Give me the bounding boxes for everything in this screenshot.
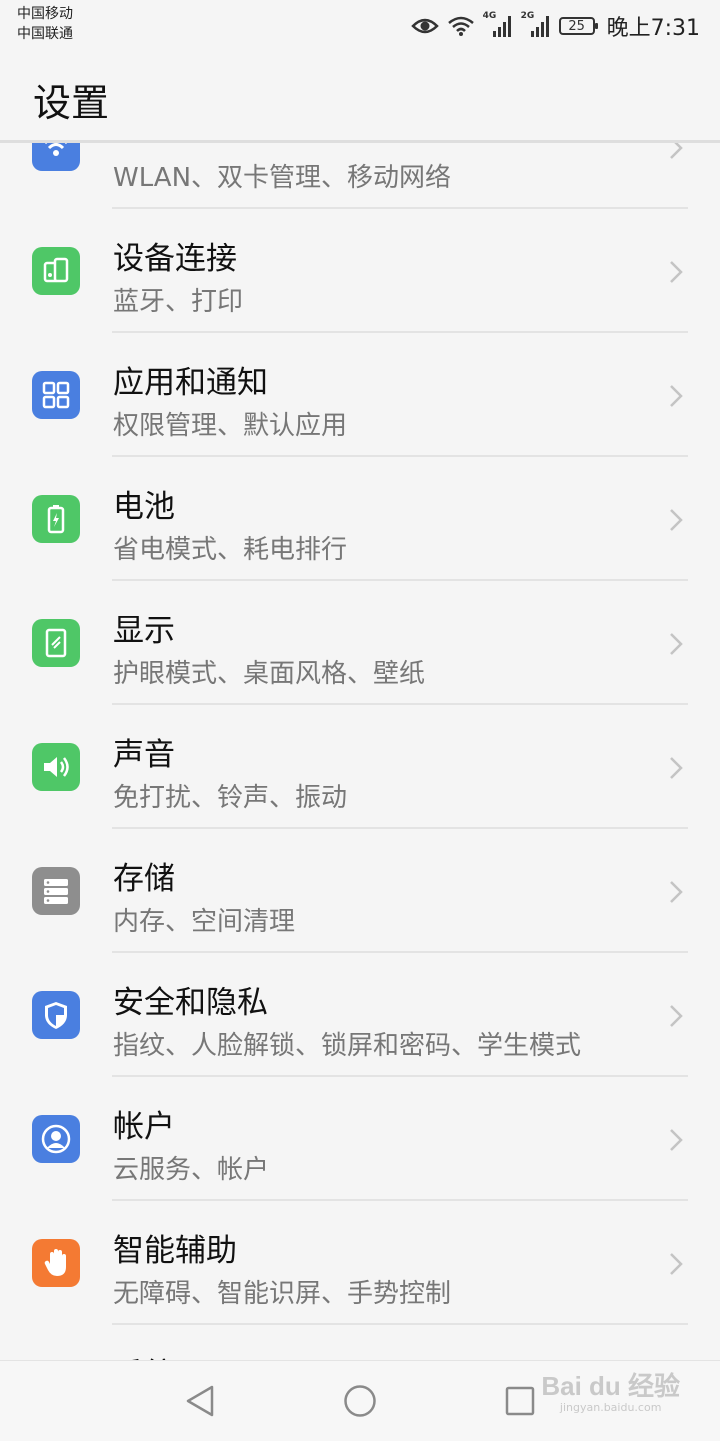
chevron-right-icon (670, 261, 683, 283)
clock: 晚上7:31 (606, 16, 700, 41)
status-indicators: 4G 2G 25 晚上7:31 (410, 8, 700, 44)
chevron-right-icon (670, 633, 683, 655)
home-button[interactable] (340, 1381, 380, 1421)
settings-item-title: 帐户 (113, 1109, 175, 1145)
recents-square-icon (505, 1386, 535, 1416)
watermark-main: Bai du 经验 (541, 1371, 680, 1401)
shield-icon (32, 991, 80, 1039)
header: 设置 (0, 52, 720, 140)
settings-item-title: 显示 (113, 613, 175, 649)
settings-item-subtitle: 权限管理、默认应用 (113, 411, 348, 441)
settings-item-battery[interactable]: 电池 省电模式、耗电排行 (0, 457, 720, 581)
page-title: 设置 (33, 81, 110, 125)
settings-item-apps[interactable]: 应用和通知 权限管理、默认应用 (0, 333, 720, 457)
eye-comfort-icon (410, 18, 439, 34)
chevron-right-icon (670, 1005, 683, 1027)
network-type-1: 4G (482, 11, 497, 21)
network-type-2: 2G (520, 11, 535, 21)
chevron-right-icon (670, 385, 683, 407)
settings-item-title: 存储 (113, 861, 175, 897)
settings-item-account[interactable]: 帐户 云服务、帐户 (0, 1077, 720, 1201)
settings-list[interactable]: WLAN、双卡管理、移动网络 设备连接 蓝牙、打印 应用和通知 权限管理、默认应… (0, 143, 720, 1360)
sound-icon (32, 743, 80, 791)
settings-item-title: 安全和隐私 (113, 985, 268, 1021)
display-icon (32, 619, 80, 667)
carrier-2: 中国联通 (17, 26, 73, 42)
settings-item-smart-assist[interactable]: 智能辅助 无障碍、智能识屏、手势控制 (0, 1201, 720, 1325)
settings-item-title: 声音 (113, 737, 175, 773)
settings-item-system[interactable]: 系统 (0, 1325, 720, 1360)
settings-item-subtitle: 护眼模式、桌面风格、壁纸 (113, 659, 426, 689)
chevron-right-icon (670, 757, 683, 779)
baidu-watermark: Bai du 经验 jingyan.baidu.com (541, 1371, 680, 1415)
account-icon (32, 1115, 80, 1163)
settings-item-subtitle: 免打扰、铃声、振动 (113, 783, 348, 813)
apps-icon (32, 371, 80, 419)
settings-item-title: 电池 (113, 489, 175, 525)
back-triangle-icon (186, 1385, 214, 1417)
settings-item-subtitle: WLAN、双卡管理、移动网络 (113, 163, 452, 193)
settings-item-subtitle: 蓝牙、打印 (113, 287, 244, 317)
battery-indicator: 25 (558, 17, 598, 35)
carrier-1: 中国移动 (17, 6, 73, 22)
hand-icon (32, 1239, 80, 1287)
battery-icon (32, 495, 80, 543)
watermark-sub: jingyan.baidu.com (559, 1401, 662, 1414)
settings-item-subtitle: 省电模式、耗电排行 (113, 535, 348, 565)
chevron-right-icon (670, 1253, 683, 1275)
settings-item-wireless[interactable]: WLAN、双卡管理、移动网络 (0, 143, 720, 209)
wifi-status-icon (447, 16, 474, 36)
settings-item-subtitle: 内存、空间清理 (113, 907, 296, 937)
settings-item-subtitle: 指纹、人脸解锁、锁屏和密码、学生模式 (113, 1031, 582, 1061)
chevron-right-icon (670, 509, 683, 531)
settings-item-sound[interactable]: 声音 免打扰、铃声、振动 (0, 705, 720, 829)
settings-item-title: 应用和通知 (113, 365, 268, 401)
navigation-bar: Bai du 经验 jingyan.baidu.com (0, 1360, 720, 1441)
settings-item-device-connection[interactable]: 设备连接 蓝牙、打印 (0, 209, 720, 333)
chevron-right-icon (670, 143, 683, 159)
back-button[interactable] (180, 1381, 220, 1421)
carrier-names: 中国移动 中国联通 (17, 4, 73, 44)
settings-item-title: 设备连接 (113, 241, 237, 277)
home-circle-icon (344, 1385, 376, 1417)
chevron-right-icon (670, 1129, 683, 1151)
settings-item-subtitle: 无障碍、智能识屏、手势控制 (113, 1279, 452, 1309)
settings-item-subtitle: 云服务、帐户 (113, 1155, 270, 1185)
storage-icon (32, 867, 80, 915)
wifi-icon (32, 143, 80, 171)
settings-item-display[interactable]: 显示 护眼模式、桌面风格、壁纸 (0, 581, 720, 705)
battery-level: 25 (568, 19, 585, 34)
settings-item-security[interactable]: 安全和隐私 指纹、人脸解锁、锁屏和密码、学生模式 (0, 953, 720, 1077)
device-connection-icon (32, 247, 80, 295)
status-bar: 中国移动 中国联通 4G 2G 25 晚上7:31 (0, 0, 720, 52)
settings-item-storage[interactable]: 存储 内存、空间清理 (0, 829, 720, 953)
chevron-right-icon (670, 881, 683, 903)
settings-item-title: 智能辅助 (113, 1233, 237, 1269)
settings-item-title: 系统 (113, 1349, 175, 1360)
recents-button[interactable] (500, 1381, 540, 1421)
